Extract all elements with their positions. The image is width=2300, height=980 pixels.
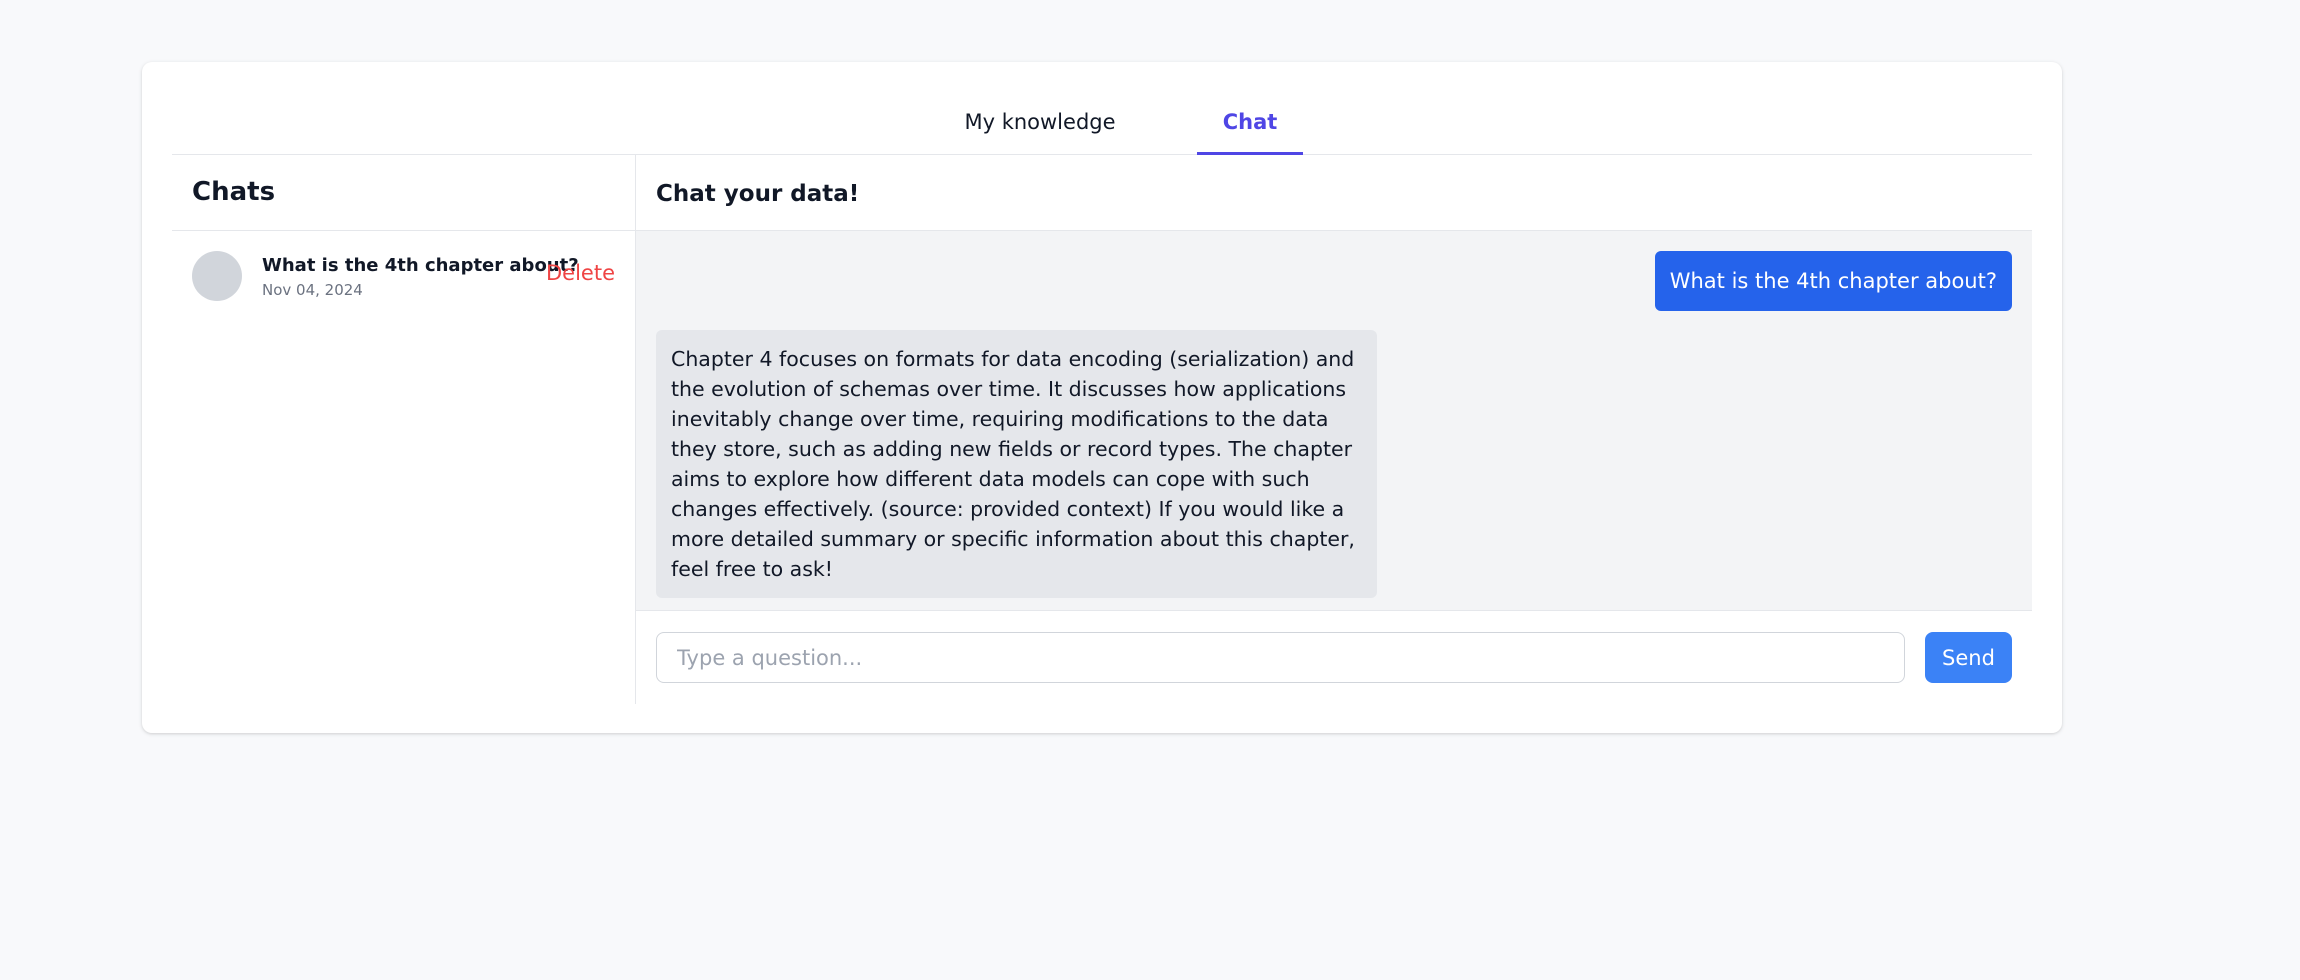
tab-my-knowledge[interactable]: My knowledge (953, 62, 1127, 155)
chat-panel: Chat your data! What is the 4th chapter … (636, 155, 2032, 704)
tab-chat[interactable]: Chat (1197, 62, 1303, 155)
app-card: My knowledge Chat Chats What is the 4th … (142, 62, 2062, 733)
avatar (192, 251, 242, 301)
message-composer: Send (636, 611, 2032, 704)
chats-sidebar: Chats What is the 4th chapter about? Nov… (172, 155, 636, 704)
sidebar-title: Chats (172, 155, 635, 231)
delete-chat-button[interactable]: Delete (546, 261, 615, 285)
send-button[interactable]: Send (1925, 632, 2012, 683)
question-input[interactable] (656, 632, 1905, 683)
chat-panel-title: Chat your data! (636, 155, 2032, 231)
chat-item-date: Nov 04, 2024 (262, 281, 363, 299)
messages-area[interactable]: What is the 4th chapter about? Chapter 4… (636, 231, 2032, 611)
chat-item-title: What is the 4th chapter about? (262, 255, 579, 276)
assistant-message-bubble: Chapter 4 focuses on formats for data en… (656, 330, 1377, 598)
user-message-bubble: What is the 4th chapter about? (1654, 251, 2012, 311)
tab-bar: My knowledge Chat (172, 62, 2032, 155)
chat-list-item[interactable]: What is the 4th chapter about? Nov 04, 2… (172, 231, 635, 321)
